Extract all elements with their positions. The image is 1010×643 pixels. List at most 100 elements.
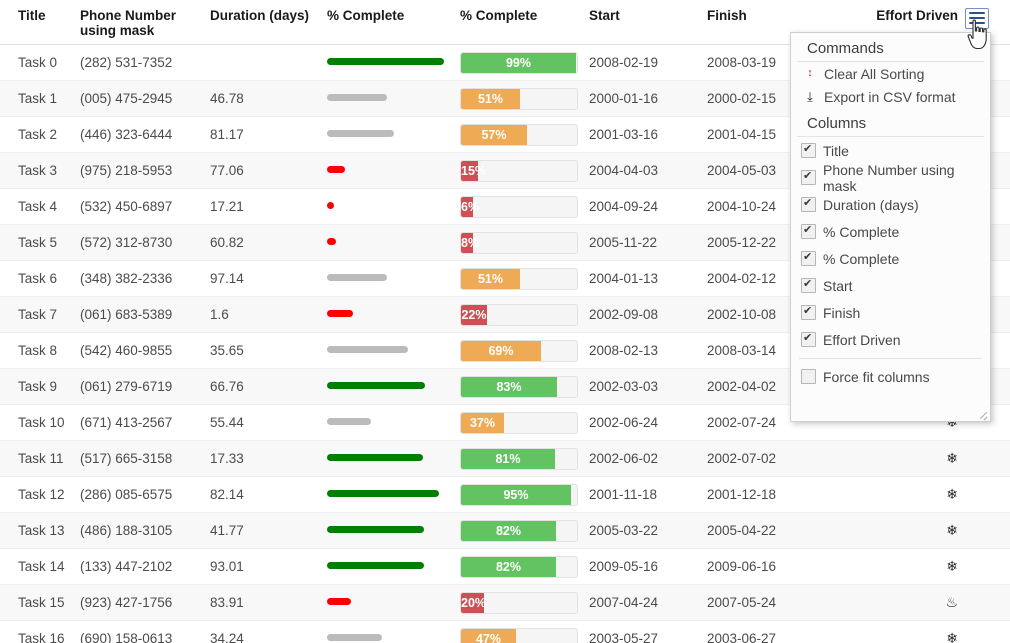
cell-phone: (542) 460-9855 <box>80 332 210 369</box>
percent-bar-fill <box>327 345 408 353</box>
hamburger-icon-bar <box>969 12 985 14</box>
progress-bar-label: 51% <box>477 271 504 286</box>
cell-title: Task 2 <box>0 116 80 153</box>
table-row[interactable]: Task 14 (133) 447-2102 93.01 82% 2009-05-16 2… <box>0 548 1010 585</box>
cell-phone: (690) 158-0613 <box>80 620 210 643</box>
cell-percent-progress: 81% <box>460 440 589 477</box>
cell-phone: (517) 665-3158 <box>80 440 210 477</box>
cell-menu-spacer <box>970 476 1010 513</box>
cell-title: Task 1 <box>0 80 80 117</box>
close-icon[interactable]: × <box>970 38 984 53</box>
checkbox-icon[interactable] <box>801 169 816 185</box>
cell-start: 2003-05-27 <box>589 620 707 643</box>
percent-bar-track <box>327 381 445 392</box>
checkbox-icon[interactable] <box>801 250 816 266</box>
checkbox-icon[interactable] <box>801 277 816 293</box>
cell-percent-progress: 57% <box>460 116 589 153</box>
cell-phone: (061) 279-6719 <box>80 368 210 405</box>
menu-column-toggle-5[interactable]: Start <box>791 272 990 299</box>
progress-bar-track: 69% <box>460 339 578 362</box>
progress-bar-track: 47% <box>460 627 578 643</box>
table-row[interactable]: Task 16 (690) 158-0613 34.24 47% 2003-05-27 2… <box>0 620 1010 643</box>
cell-phone: (446) 323-6444 <box>80 116 210 153</box>
cell-percent-bar <box>327 224 460 261</box>
checkbox-icon[interactable] <box>801 369 816 384</box>
menu-column-toggle-4[interactable]: % Complete <box>791 245 990 272</box>
cell-start: 2002-09-08 <box>589 296 707 333</box>
progress-bar-track: 82% <box>460 519 578 542</box>
grid-menu-button[interactable] <box>965 8 989 29</box>
cell-percent-bar <box>327 404 460 441</box>
checkbox-icon[interactable] <box>801 142 816 158</box>
resize-handle[interactable] <box>977 408 988 419</box>
checkbox-icon[interactable] <box>801 331 816 347</box>
table-row[interactable]: Task 15 (923) 427-1756 83.91 20% 2007-04-24 2… <box>0 584 1010 621</box>
menu-column-toggle-6[interactable]: Finish <box>791 299 990 326</box>
cell-start: 2001-11-18 <box>589 476 707 513</box>
progress-bar-track: 20% <box>460 591 578 614</box>
column-header-percent-complete-bar[interactable]: % Complete <box>327 0 460 45</box>
menu-item-clear-all-sorting[interactable]: ↕ Clear All Sorting <box>791 62 990 85</box>
progress-bar-label: 51% <box>477 91 504 106</box>
menu-commands-list: ↕ Clear All Sorting ⤓ Export in CSV format <box>791 62 990 108</box>
percent-bar-track <box>327 597 445 608</box>
cell-duration: 17.21 <box>210 188 327 225</box>
cell-start: 2005-11-22 <box>589 224 707 261</box>
cell-percent-bar <box>327 44 460 81</box>
snowflake-icon: ❄ <box>946 486 958 502</box>
checkbox-icon[interactable] <box>801 223 816 239</box>
cell-title: Task 5 <box>0 224 80 261</box>
menu-column-toggle-2[interactable]: Duration (days) <box>791 191 990 218</box>
cell-percent-bar <box>327 584 460 621</box>
menu-column-toggle-0[interactable]: Title <box>791 137 990 164</box>
cell-phone: (348) 382-2336 <box>80 260 210 297</box>
percent-bar-track <box>327 453 445 464</box>
column-header-duration[interactable]: Duration (days) <box>210 0 327 45</box>
cell-start: 2004-09-24 <box>589 188 707 225</box>
cell-percent-bar <box>327 332 460 369</box>
cell-percent-bar <box>327 548 460 585</box>
column-header-title[interactable]: Title <box>0 0 80 45</box>
percent-bar-fill <box>327 273 387 281</box>
menu-force-fit-columns[interactable]: Force fit columns <box>791 363 990 390</box>
table-row[interactable]: Task 12 (286) 085-6575 82.14 95% 2001-11-18 2… <box>0 476 1010 513</box>
cell-percent-bar <box>327 368 460 405</box>
percent-bar-fill <box>327 633 382 641</box>
progress-bar-label: 15% <box>461 163 487 178</box>
percent-bar-track <box>327 93 445 104</box>
cell-title: Task 8 <box>0 332 80 369</box>
column-header-phone[interactable]: Phone Number using mask <box>80 0 210 45</box>
cell-start: 2000-01-16 <box>589 80 707 117</box>
menu-column-toggle-1[interactable]: Phone Number using mask <box>791 162 990 194</box>
menu-column-toggle-3[interactable]: % Complete <box>791 218 990 245</box>
menu-column-toggle-label: Start <box>823 277 853 294</box>
cell-percent-progress: 51% <box>460 260 589 297</box>
hamburger-icon-bar <box>969 17 985 19</box>
checkbox-icon[interactable] <box>801 196 816 212</box>
menu-item-export-in-csv-format[interactable]: ⤓ Export in CSV format <box>791 85 990 108</box>
menu-item-label: Export in CSV format <box>824 88 956 105</box>
progress-bar-label: 20% <box>461 595 487 610</box>
progress-bar-track: 51% <box>460 267 578 290</box>
cell-percent-progress: 8% <box>460 224 589 261</box>
table-row[interactable]: Task 11 (517) 665-3158 17.33 81% 2002-06-02 2… <box>0 440 1010 477</box>
menu-force-fit-label: Force fit columns <box>823 368 930 385</box>
progress-bar-label: 57% <box>481 127 507 142</box>
progress-bar-track: 51% <box>460 87 578 110</box>
progress-bar-track: 81% <box>460 447 578 470</box>
cell-duration: 82.14 <box>210 476 327 513</box>
download-icon: ⤓ <box>807 88 813 104</box>
cell-duration: 83.91 <box>210 584 327 621</box>
percent-bar-track <box>327 165 445 176</box>
checkbox-icon[interactable] <box>801 304 816 320</box>
progress-bar-label: 69% <box>488 343 514 358</box>
cell-title: Task 0 <box>0 44 80 81</box>
cell-percent-bar <box>327 296 460 333</box>
cell-title: Task 14 <box>0 548 80 585</box>
column-header-start[interactable]: Start <box>589 0 707 45</box>
percent-bar-fill <box>327 453 423 461</box>
cell-menu-spacer <box>970 512 1010 549</box>
table-row[interactable]: Task 13 (486) 188-3105 41.77 82% 2005-03-22 2… <box>0 512 1010 549</box>
column-header-percent-complete-progress[interactable]: % Complete <box>460 0 589 45</box>
menu-column-toggle-7[interactable]: Effort Driven <box>791 326 990 353</box>
